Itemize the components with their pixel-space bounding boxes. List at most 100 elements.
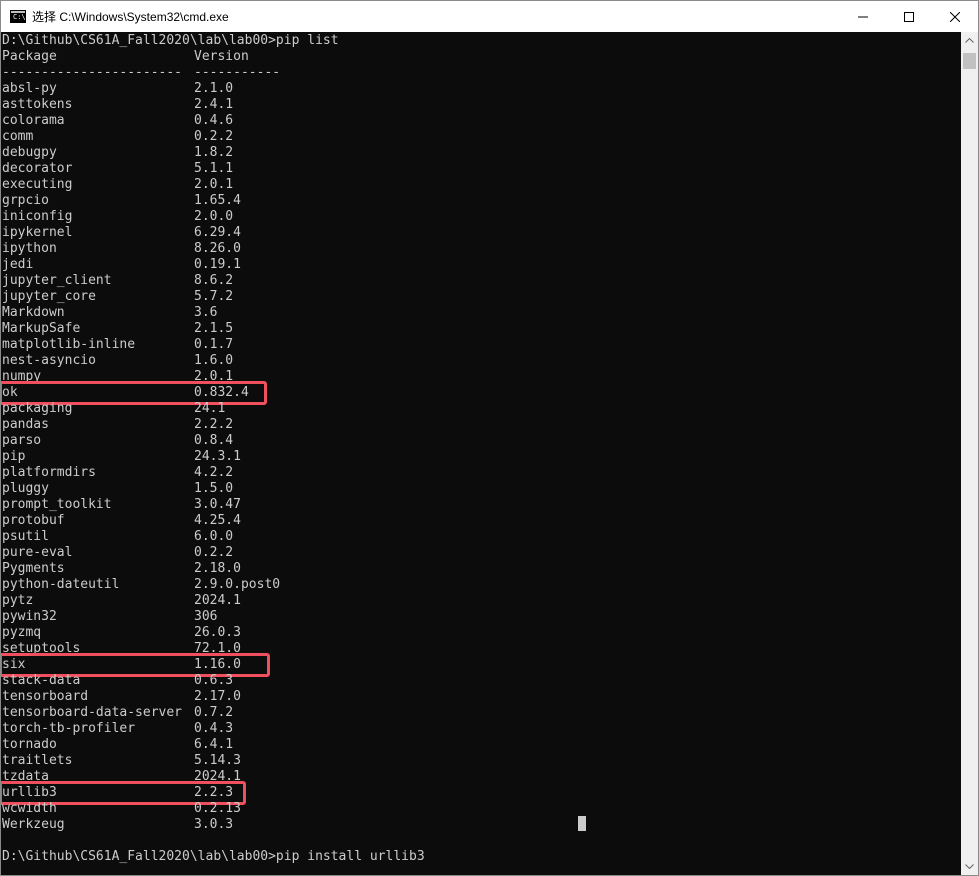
- package-version: 2.4.1: [194, 97, 234, 112]
- console-area[interactable]: D:\Github\CS61A_Fall2020\lab\lab00>pip l…: [1, 32, 961, 875]
- package-version: 5.7.2: [194, 289, 234, 304]
- package-name: Pygments: [2, 561, 65, 576]
- package-version: 4.25.4: [194, 513, 241, 528]
- package-name: platformdirs: [2, 465, 96, 480]
- package-name: psutil: [2, 529, 49, 544]
- separator-package: -----------------------: [2, 65, 183, 80]
- package-name: pluggy: [2, 481, 49, 496]
- package-version: 2.0.1: [194, 177, 234, 192]
- scroll-down-button[interactable]: [961, 858, 978, 875]
- package-name: tensorboard-data-server: [2, 705, 183, 720]
- package-version: 306: [194, 609, 218, 624]
- maximize-button[interactable]: [886, 1, 932, 32]
- package-name: asttokens: [2, 97, 73, 112]
- package-version: 1.5.0: [194, 481, 234, 496]
- package-name: jupyter_client: [2, 273, 112, 288]
- package-name: traitlets: [2, 753, 73, 768]
- package-version: 0.4.3: [194, 721, 234, 736]
- package-version: 0.1.7: [194, 337, 234, 352]
- package-name: pip: [2, 449, 26, 464]
- package-version: 0.19.1: [194, 257, 241, 272]
- close-button[interactable]: [932, 1, 978, 32]
- package-version: 2.9.0.post0: [194, 577, 281, 592]
- maximize-icon: [904, 11, 914, 22]
- scroll-up-button[interactable]: [961, 32, 978, 49]
- package-name: grpcio: [2, 193, 49, 208]
- package-version: 2.17.0: [194, 689, 241, 704]
- package-version: 0.8.4: [194, 433, 234, 448]
- package-version: 4.2.2: [194, 465, 234, 480]
- package-version: 1.65.4: [194, 193, 241, 208]
- package-version: 1.8.2: [194, 145, 234, 160]
- package-name: nest-asyncio: [2, 353, 96, 368]
- package-name: tensorboard: [2, 689, 89, 704]
- package-version: 2.0.0: [194, 209, 234, 224]
- package-name: ipykernel: [2, 225, 73, 240]
- package-version: 0.2.2: [194, 129, 234, 144]
- cmd-icon-text: C:\: [13, 13, 26, 21]
- minimize-icon: [858, 16, 868, 17]
- package-version: 2.1.5: [194, 321, 234, 336]
- vertical-scrollbar[interactable]: [961, 32, 978, 875]
- package-name: stack-data: [2, 673, 81, 688]
- caption-buttons: [840, 1, 978, 32]
- cmd-icon: C:\: [10, 10, 26, 23]
- package-name: debugpy: [2, 145, 57, 160]
- package-version: 0.4.6: [194, 113, 234, 128]
- title-bar[interactable]: C:\ 选择 C:\Windows\System32\cmd.exe: [1, 1, 978, 32]
- package-version: 0.2.13: [194, 801, 241, 816]
- package-name: pyzmq: [2, 625, 42, 640]
- package-version: 24.3.1: [194, 449, 241, 464]
- package-version: 5.1.1: [194, 161, 234, 176]
- package-name: parso: [2, 433, 42, 448]
- command-line: D:\Github\CS61A_Fall2020\lab\lab00>pip l…: [2, 33, 339, 48]
- package-name: matplotlib-inline: [2, 337, 136, 352]
- separator-version: -----------: [194, 65, 281, 80]
- package-version: 6.4.1: [194, 737, 234, 752]
- package-version: 2024.1: [194, 593, 241, 608]
- package-name: executing: [2, 177, 73, 192]
- package-version: 1.6.0: [194, 353, 234, 368]
- minimize-button[interactable]: [840, 1, 886, 32]
- package-name: python-dateutil: [2, 577, 120, 592]
- package-name: Markdown: [2, 305, 65, 320]
- header-version: Version: [194, 49, 249, 64]
- table-header: Package Version: [2, 49, 249, 65]
- package-version: 24.1: [194, 401, 226, 416]
- package-version: 0.6.3: [194, 673, 234, 688]
- package-version: 0.7.2: [194, 705, 234, 720]
- text-cursor: [578, 816, 586, 831]
- table-separator: ----------------------- -----------: [2, 65, 280, 81]
- package-version: 26.0.3: [194, 625, 241, 640]
- package-name: wcwidth: [2, 801, 57, 816]
- package-name: jupyter_core: [2, 289, 96, 304]
- package-version: 8.6.2: [194, 273, 234, 288]
- package-version: 3.0.47: [194, 497, 241, 512]
- package-name: comm: [2, 129, 34, 144]
- scroll-thumb[interactable]: [963, 53, 976, 69]
- package-name: colorama: [2, 113, 65, 128]
- cmd-window: C:\ 选择 C:\Windows\System32\cmd.exe D:\Gi…: [0, 0, 979, 876]
- header-package: Package: [2, 49, 57, 64]
- package-name: pytz: [2, 593, 34, 608]
- package-name: decorator: [2, 161, 73, 176]
- chevron-down-icon: [965, 864, 974, 869]
- package-name: packaging: [2, 401, 73, 416]
- package-version: 8.26.0: [194, 241, 241, 256]
- package-version: 0.2.2: [194, 545, 234, 560]
- package-name: Werkzeug: [2, 817, 65, 832]
- package-name: protobuf: [2, 513, 65, 528]
- package-version: 2.2.2: [194, 417, 234, 432]
- package-version: 3.0.3: [194, 817, 234, 832]
- package-name: ipython: [2, 241, 57, 256]
- package-version: 3.6: [194, 305, 218, 320]
- package-name: prompt_toolkit: [2, 497, 112, 512]
- package-version: 6.0.0: [194, 529, 234, 544]
- package-version: 2.18.0: [194, 561, 241, 576]
- package-version: 2.1.0: [194, 81, 234, 96]
- chevron-up-icon: [965, 38, 974, 43]
- package-name: MarkupSafe: [2, 321, 81, 336]
- package-name: iniconfig: [2, 209, 73, 224]
- package-version: 6.29.4: [194, 225, 241, 240]
- last-command-line: D:\Github\CS61A_Fall2020\lab\lab00>pip i…: [2, 849, 425, 864]
